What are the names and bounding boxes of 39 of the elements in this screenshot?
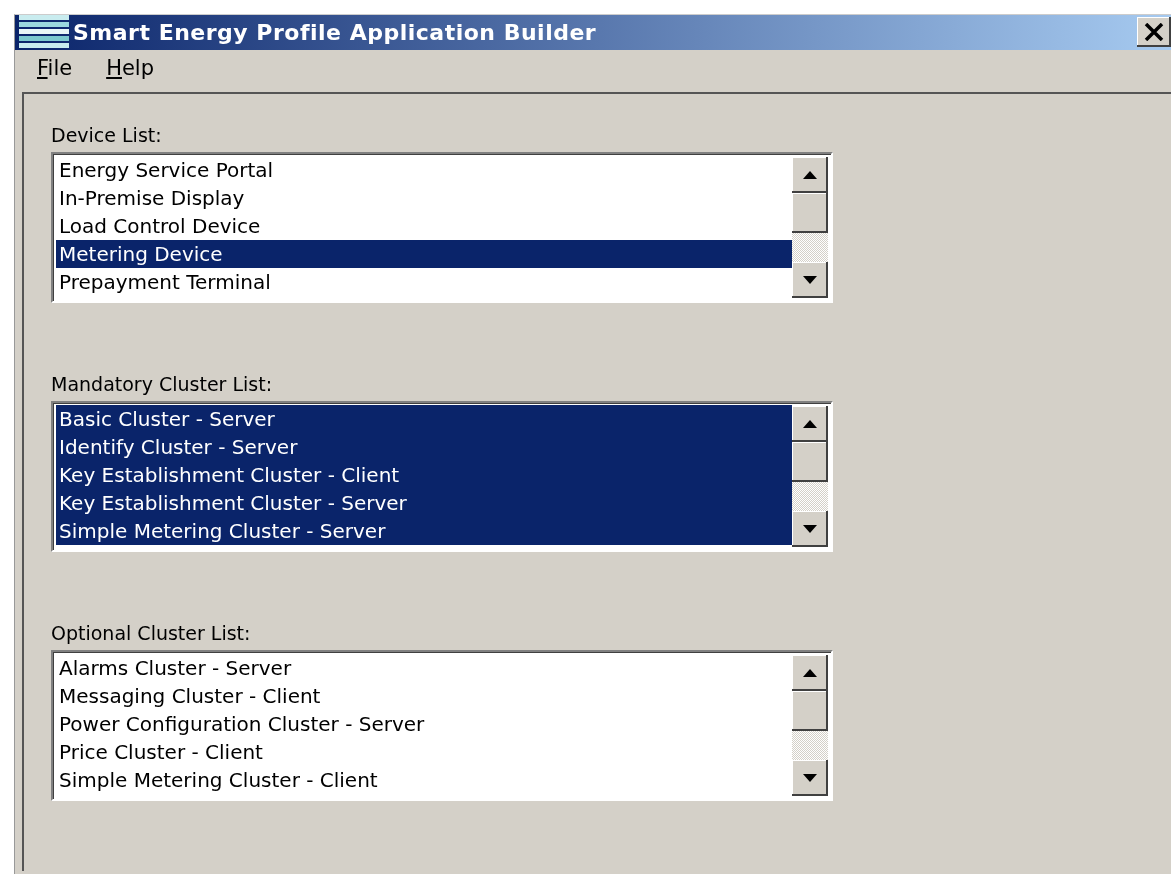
down-arrow-icon [803, 525, 817, 533]
app-icon [19, 15, 69, 50]
list-item[interactable]: Key Establishment Cluster - Client [56, 461, 792, 489]
list-item[interactable]: Alarms Cluster - Server [56, 654, 792, 682]
scroll-up-button[interactable] [792, 157, 828, 193]
up-arrow-icon [803, 420, 817, 428]
list-label: Device List: [51, 124, 163, 148]
up-arrow-icon [803, 669, 817, 677]
close-button[interactable] [1137, 17, 1171, 48]
scroll-up-button[interactable] [792, 406, 828, 442]
list-item[interactable]: Identify Cluster - Server [56, 433, 792, 461]
list-label: Optional Cluster List: [51, 622, 252, 646]
list-item[interactable]: In-Premise Display [56, 184, 792, 212]
down-arrow-icon [803, 774, 817, 782]
up-arrow-icon [803, 171, 817, 179]
scroll-down-button[interactable] [792, 511, 828, 547]
list-item[interactable]: Basic Cluster - Server [56, 405, 792, 433]
scroll-down-button[interactable] [792, 262, 828, 298]
scroll-thumb[interactable] [792, 442, 828, 482]
list-item[interactable]: Power Configuration Cluster - Server [56, 710, 792, 738]
close-icon [1144, 23, 1164, 42]
list-item[interactable]: Price Cluster - Client [56, 738, 792, 766]
down-arrow-icon [803, 276, 817, 284]
list-label: Mandatory Cluster List: [51, 373, 274, 397]
list-item[interactable]: Messaging Cluster - Client [56, 682, 792, 710]
menu-item[interactable]: Help [106, 55, 155, 80]
scroll-thumb[interactable] [792, 193, 828, 233]
list-item[interactable]: Key Establishment Cluster - Server [56, 489, 792, 517]
window-title: Smart Energy Profile Application Builder [73, 19, 597, 45]
list-item[interactable]: Metering Device [56, 240, 792, 268]
list-item[interactable]: Simple Metering Cluster - Server [56, 517, 792, 545]
list-item[interactable]: Load Control Device [56, 212, 792, 240]
scroll-up-button[interactable] [792, 655, 828, 691]
list-item[interactable]: Energy Service Portal [56, 156, 792, 184]
menu-item[interactable]: File [37, 55, 73, 80]
list-item[interactable]: Simple Metering Cluster - Client [56, 766, 792, 794]
scroll-down-button[interactable] [792, 760, 828, 796]
list-item[interactable]: Prepayment Terminal [56, 268, 792, 296]
scroll-thumb[interactable] [792, 691, 828, 731]
